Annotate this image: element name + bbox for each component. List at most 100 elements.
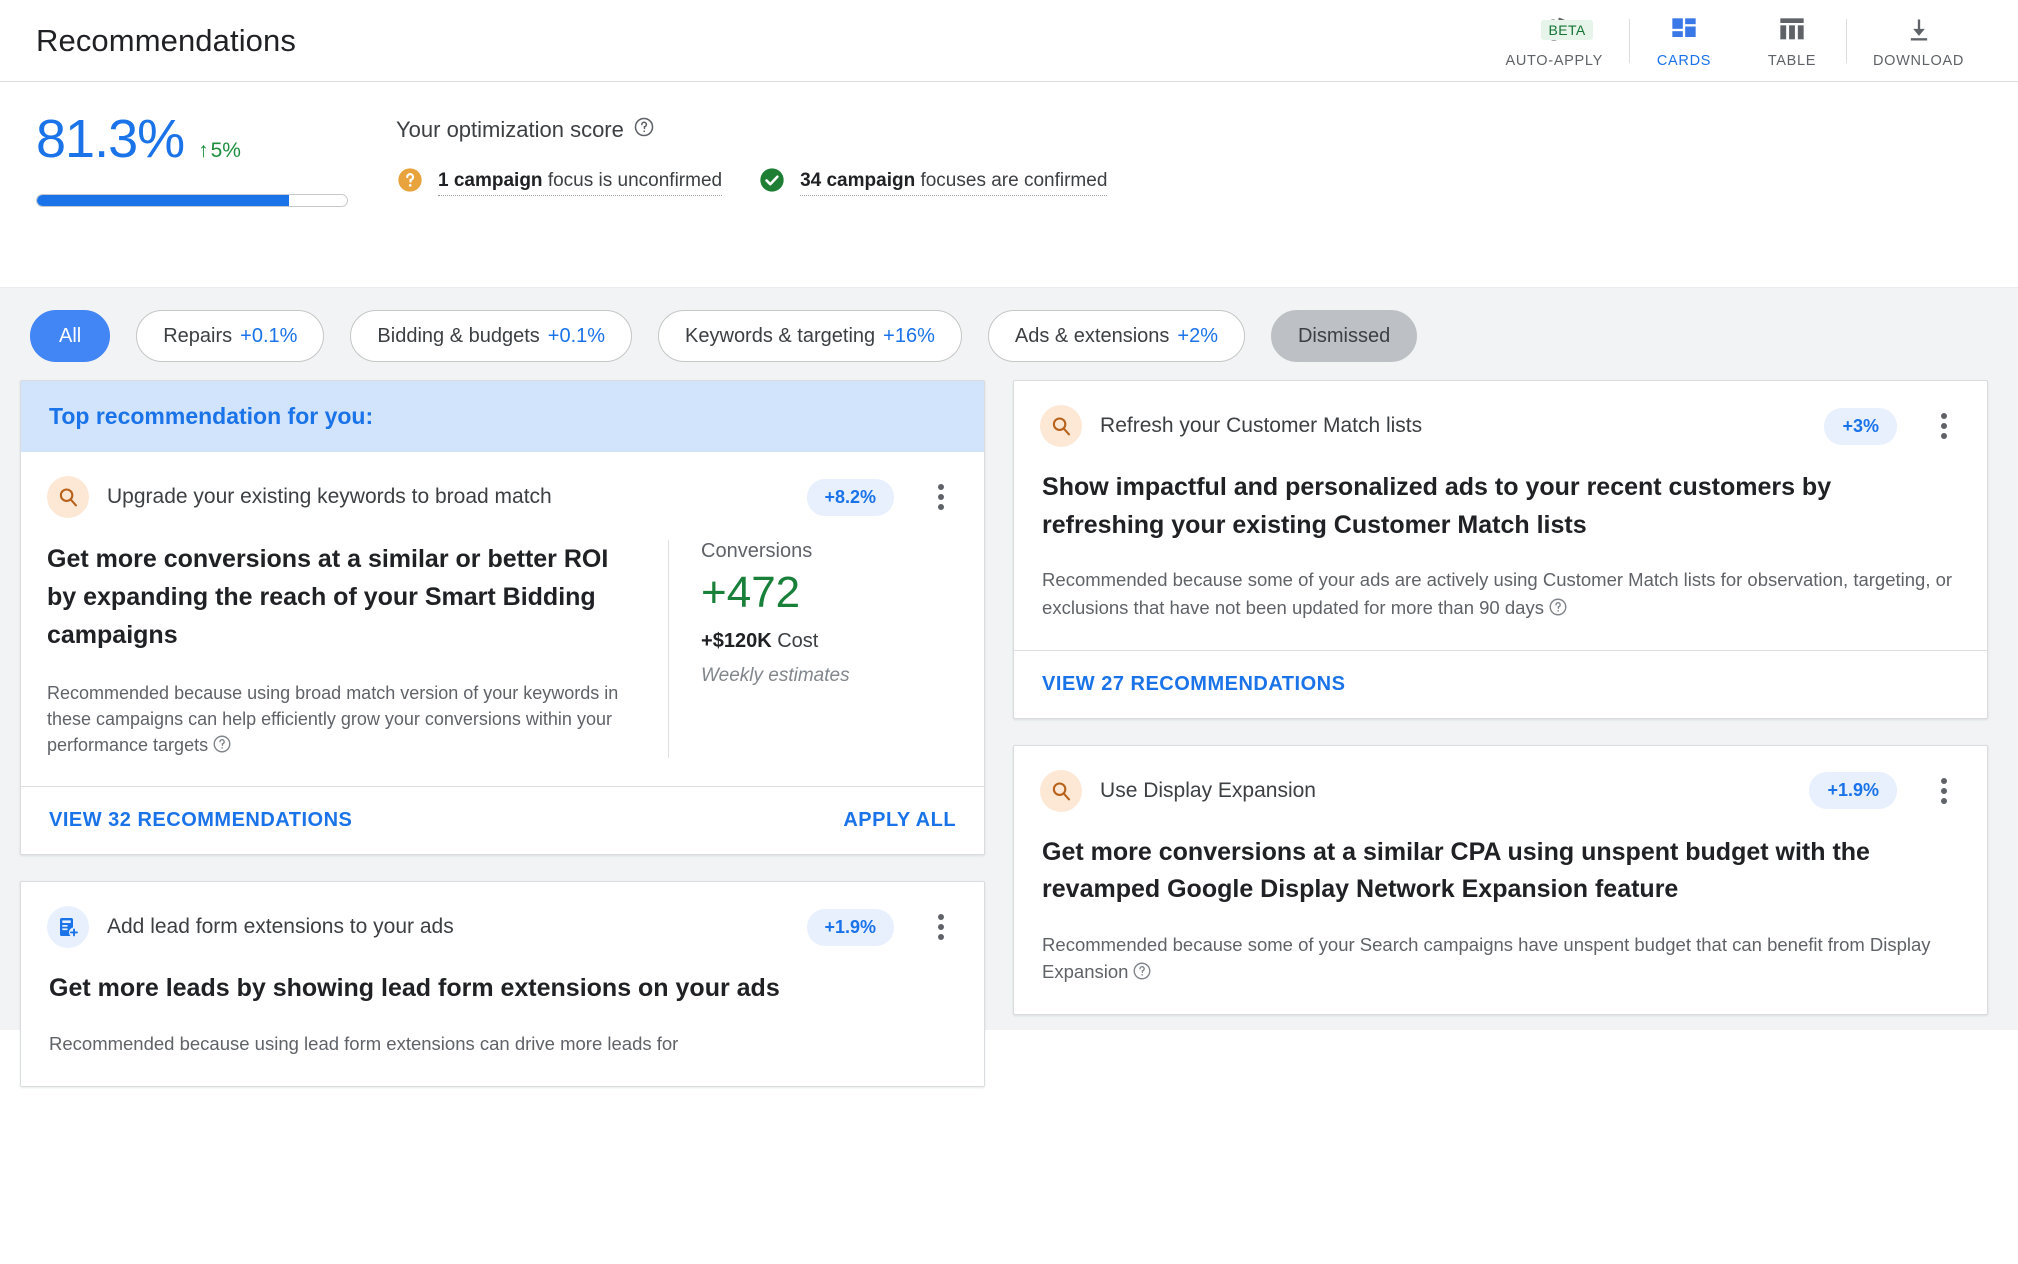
top-card-metrics: Conversions +472 +$120K Cost Weekly esti… (668, 540, 958, 758)
filter-chip-dismissed[interactable]: Dismissed (1271, 310, 1417, 362)
display-expansion-card-body: Get more conversions at a similar CPA us… (1014, 812, 1987, 1015)
customer-match-card-description: Recommended because some of your ads are… (1042, 566, 1959, 622)
cards-icon (1670, 13, 1698, 47)
filter-chip-all[interactable]: All (30, 310, 110, 362)
lead-form-card-description: Recommended because using lead form exte… (49, 1030, 956, 1058)
filter-chip-ads-extensions-label: Ads & extensions (1015, 325, 1170, 348)
filter-chip-keywords-targeting-pct: +16% (883, 325, 935, 348)
search-icon (1040, 405, 1082, 447)
help-icon[interactable] (1132, 961, 1152, 981)
lead-form-card-header: Add lead form extensions to your ads +1.… (21, 882, 984, 948)
filter-chip-bidding-budgets-label: Bidding & budgets (377, 325, 539, 348)
score-summary: 81.3% ↑ 5% (36, 108, 396, 207)
lead-form-card-badge: +1.9% (807, 909, 895, 946)
score-details: Your optimization score 1 camp (396, 108, 1107, 199)
metric-cost-value: +$120K (701, 630, 772, 652)
display-expansion-card-header: Use Display Expansion +1.9% (1014, 746, 1987, 812)
lead-form-card-headline: Get more leads by showing lead form exte… (49, 970, 956, 1008)
filter-chip-keywords-targeting-label: Keywords & targeting (685, 325, 875, 348)
top-recommendation-card: Top recommendation for you: Upgrade your… (20, 380, 985, 855)
filter-chip-repairs-label: Repairs (163, 325, 232, 348)
page-title: Recommendations (36, 23, 296, 59)
help-icon[interactable] (1548, 597, 1568, 617)
filter-chip-row: All Repairs +0.1% Bidding & budgets +0.1… (0, 288, 2018, 380)
optimization-score-section: 81.3% ↑ 5% Your optimization score (0, 82, 2018, 288)
metric-cost-label: Cost (777, 630, 818, 652)
score-value: 81.3% (36, 112, 184, 166)
more-options-icon[interactable] (1927, 774, 1961, 808)
focus-unconfirmed-row[interactable]: 1 campaign focus is unconfirmed (396, 166, 722, 199)
top-card-header: Upgrade your existing keywords to broad … (21, 452, 984, 518)
filter-chip-all-label: All (59, 325, 81, 348)
score-heading-text: Your optimization score (396, 117, 624, 143)
top-card-description: Recommended because using broad match ve… (47, 680, 642, 758)
more-options-icon[interactable] (924, 910, 958, 944)
header-toolbar: BETA AUTO-APPLY CARDS (1479, 8, 1990, 74)
view-recommendations-link[interactable]: VIEW 32 RECOMMENDATIONS (49, 809, 352, 832)
customer-match-card-badge: +3% (1824, 408, 1897, 445)
help-icon[interactable] (212, 734, 232, 754)
focus-confirmed-row[interactable]: 34 campaign focuses are confirmed (758, 166, 1107, 199)
help-icon[interactable] (633, 116, 655, 144)
lead-form-card: Add lead form extensions to your ads +1.… (20, 881, 985, 1086)
filter-chip-bidding-budgets[interactable]: Bidding & budgets +0.1% (350, 310, 632, 362)
app-header: Recommendations BETA AUTO-APPLY (0, 0, 2018, 82)
top-card-description-text: Recommended because using broad match ve… (47, 683, 618, 755)
focus-unconfirmed-text: 1 campaign focus is unconfirmed (438, 170, 722, 196)
lead-form-card-body: Get more leads by showing lead form exte… (21, 948, 984, 1085)
display-expansion-card-badge: +1.9% (1809, 772, 1897, 809)
more-options-icon[interactable] (1927, 409, 1961, 443)
beta-badge: BETA (1541, 20, 1592, 40)
auto-apply-button[interactable]: BETA AUTO-APPLY (1479, 8, 1629, 74)
cards-view-button[interactable]: CARDS (1630, 8, 1738, 74)
customer-match-card-title: Refresh your Customer Match lists (1100, 414, 1806, 438)
search-icon (47, 476, 89, 518)
lead-form-card-title: Add lead form extensions to your ads (107, 915, 789, 939)
focus-confirmed-text: 34 campaign focuses are confirmed (800, 170, 1107, 196)
display-expansion-card-headline: Get more conversions at a similar CPA us… (1042, 834, 1959, 909)
customer-match-card: Refresh your Customer Match lists +3% Sh… (1013, 380, 1988, 719)
apply-all-link[interactable]: APPLY ALL (843, 809, 956, 832)
focus-confirmed-rest: focuses are confirmed (915, 170, 1107, 191)
filter-chip-ads-extensions[interactable]: Ads & extensions +2% (988, 310, 1245, 362)
score-heading-row: Your optimization score (396, 116, 1107, 144)
filter-chip-repairs-pct: +0.1% (240, 325, 297, 348)
cards-label: CARDS (1657, 53, 1711, 69)
filter-chip-repairs[interactable]: Repairs +0.1% (136, 310, 324, 362)
display-expansion-card-description: Recommended because some of your Search … (1042, 931, 1959, 987)
customer-match-card-body: Show impactful and personalized ads to y… (1014, 447, 1987, 650)
display-expansion-card-description-text: Recommended because some of your Search … (1042, 934, 1931, 983)
download-icon (1905, 13, 1933, 47)
download-button[interactable]: DOWNLOAD (1847, 8, 1990, 74)
score-progress-bar (36, 194, 348, 207)
table-label: TABLE (1768, 53, 1816, 69)
focus-confirmed-count: 34 campaign (800, 170, 915, 191)
customer-match-card-header: Refresh your Customer Match lists +3% (1014, 381, 1987, 447)
right-column: Refresh your Customer Match lists +3% Sh… (1013, 380, 1988, 1030)
search-icon (1040, 770, 1082, 812)
score-progress-fill (37, 195, 289, 206)
focus-unconfirmed-count: 1 campaign (438, 170, 543, 191)
display-expansion-card: Use Display Expansion +1.9% Get more con… (1013, 745, 1988, 1016)
focus-unconfirmed-rest: focus is unconfirmed (543, 170, 723, 191)
score-delta-arrow-icon: ↑ (198, 139, 209, 163)
score-delta-value: 5% (211, 139, 241, 163)
display-expansion-card-title: Use Display Expansion (1100, 779, 1791, 803)
filter-chip-keywords-targeting[interactable]: Keywords & targeting +16% (658, 310, 962, 362)
metric-note: Weekly estimates (701, 665, 958, 687)
filter-chip-ads-extensions-pct: +2% (1177, 325, 1218, 348)
more-options-icon[interactable] (924, 480, 958, 514)
view-recommendations-link[interactable]: VIEW 27 RECOMMENDATIONS (1042, 673, 1959, 696)
campaign-focus-rows: 1 campaign focus is unconfirmed 34 campa… (396, 166, 1107, 199)
table-icon (1778, 13, 1806, 47)
top-card-body: Get more conversions at a similar or bet… (21, 518, 984, 764)
recommendations-board: Top recommendation for you: Upgrade your… (0, 380, 2018, 1030)
top-card-badge: +8.2% (807, 479, 895, 516)
customer-match-card-headline: Show impactful and personalized ads to y… (1042, 469, 1959, 544)
lead-form-icon (47, 906, 89, 948)
metric-cost: +$120K Cost (701, 630, 958, 653)
filter-chip-bidding-budgets-pct: +0.1% (548, 325, 605, 348)
table-view-button[interactable]: TABLE (1738, 8, 1846, 74)
auto-apply-label: AUTO-APPLY (1505, 53, 1603, 69)
top-card-headline: Get more conversions at a similar or bet… (47, 540, 642, 654)
